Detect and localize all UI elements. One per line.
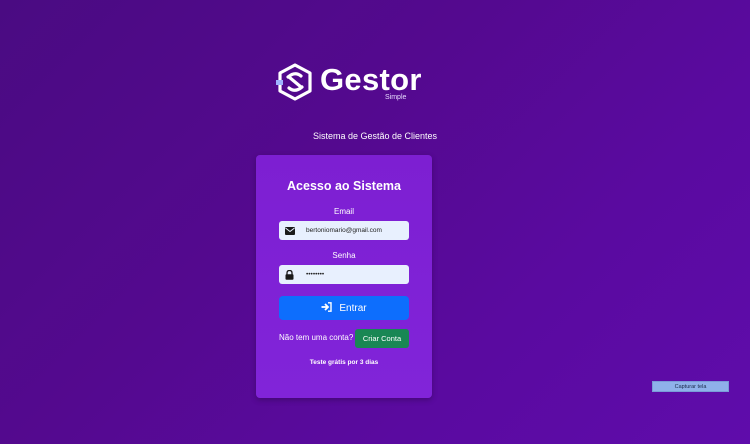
create-account-button[interactable]: Criar Conta — [355, 329, 409, 348]
capture-screen-button[interactable]: Capturar tela — [652, 381, 729, 392]
signup-question: Não tem uma conta? — [279, 333, 354, 342]
email-field-group — [279, 221, 409, 240]
submit-button[interactable]: Entrar — [279, 296, 409, 320]
envelope-icon — [279, 221, 300, 240]
login-title: Acesso ao Sistema — [287, 179, 401, 193]
password-label: Senha — [332, 251, 356, 260]
trial-notice: Teste grátis por 3 dias — [309, 359, 379, 366]
password-field-group — [279, 265, 409, 284]
lock-icon — [279, 265, 300, 284]
gestor-logo-icon — [276, 63, 312, 101]
brand-name: Gestor — [320, 62, 422, 97]
signup-row: Não tem uma conta? Criar Conta — [279, 329, 415, 348]
sign-in-icon — [321, 301, 333, 315]
brand-logo: Gestor Simple — [276, 62, 421, 104]
email-input[interactable] — [306, 221, 406, 240]
email-label: Email — [333, 207, 354, 216]
tagline: Sistema de Gestão de Clientes — [312, 131, 438, 141]
password-input[interactable] — [306, 265, 406, 284]
submit-label: Entrar — [339, 302, 367, 314]
brand-subtitle: Simple — [385, 94, 407, 101]
login-card: Acesso ao Sistema Email Senha — [256, 155, 432, 398]
